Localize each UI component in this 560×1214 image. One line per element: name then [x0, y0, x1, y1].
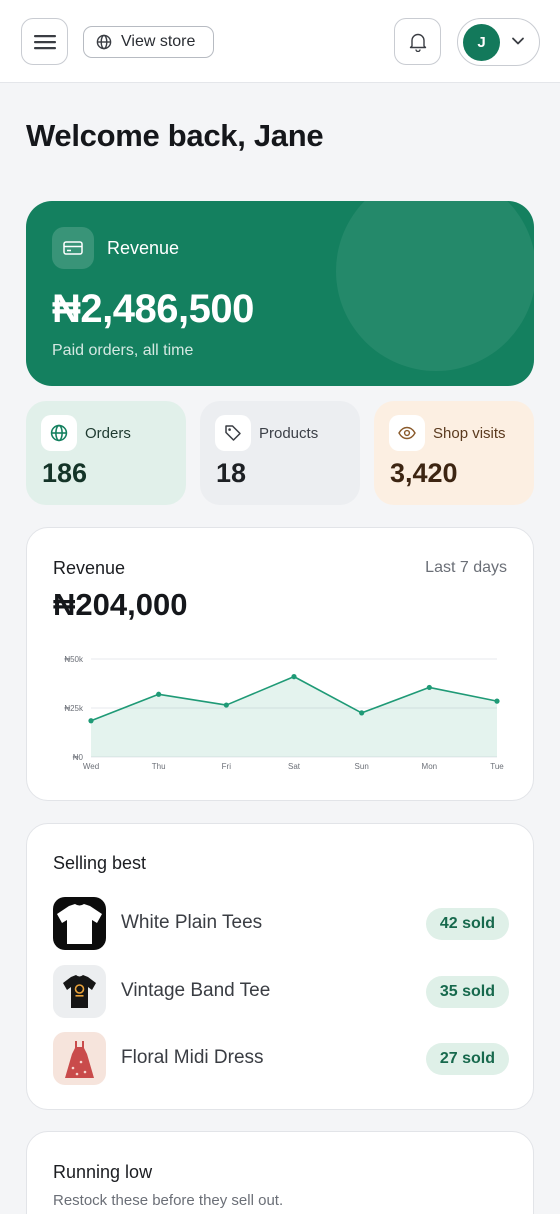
shop-visits-stat-card[interactable]: Shop visits 3,420 [374, 401, 534, 505]
y-tick-label: ₦25k [64, 704, 84, 713]
credit-card-icon [63, 241, 83, 255]
view-store-button[interactable]: View store [83, 26, 214, 58]
y-tick-label: ₦0 [73, 753, 84, 762]
revenue-chart-card: Revenue Last 7 days ₦204,000 ₦0 ₦25k ₦50k W… [26, 527, 534, 801]
data-point [359, 710, 365, 716]
notifications-button[interactable] [394, 18, 441, 65]
orders-label: Orders [85, 425, 131, 442]
products-stat-card[interactable]: Products 18 [200, 401, 360, 505]
card-icon-box [52, 227, 94, 269]
selling-best-title: Selling best [53, 853, 147, 873]
selling-best-card: Selling best White Plain Tees 42 sold Vi… [26, 823, 534, 1110]
data-point [156, 691, 162, 697]
revenue-label: Revenue [107, 238, 180, 258]
sold-badge: 42 sold [425, 908, 509, 940]
tag-icon [225, 425, 241, 441]
globe-icon [50, 424, 68, 442]
white-tee-image [53, 897, 106, 950]
y-tick-label: ₦50k [64, 655, 84, 664]
menu-button[interactable] [21, 18, 68, 65]
bell-icon [409, 33, 426, 52]
x-tick-label: Sat [288, 762, 301, 771]
eye-icon [398, 426, 416, 440]
floral-dress-image [53, 1032, 106, 1085]
x-tick-label: Mon [422, 762, 438, 771]
revenue-subtitle: Paid orders, all time [52, 342, 194, 359]
top-bar: View store J [0, 0, 560, 83]
data-point [426, 684, 432, 691]
shop-visits-value: 3,420 [390, 458, 458, 488]
data-point [223, 702, 229, 708]
revenue-amount: ₦2,486,500 [52, 287, 254, 331]
data-point [494, 698, 500, 704]
avatar: J [463, 24, 500, 61]
sold-badge: 27 sold [425, 1043, 509, 1075]
running-low-title: Running low [53, 1162, 153, 1182]
x-tick-label: Thu [152, 762, 166, 771]
list-item[interactable]: White Plain Tees 42 sold [53, 897, 509, 950]
product-name: Floral Midi Dress [121, 1047, 264, 1068]
product-thumbnail [53, 897, 106, 950]
orders-stat-card[interactable]: Orders 186 [26, 401, 186, 505]
orders-value: 186 [42, 458, 88, 488]
stat-icon-box [41, 415, 77, 451]
data-point [291, 674, 297, 680]
running-low-subtitle: Restock these before they sell out. [53, 1192, 284, 1209]
stat-icon-box [389, 415, 425, 451]
sold-badge: 35 sold [425, 976, 509, 1008]
view-store-label: View store [121, 33, 196, 50]
running-low-card: Running low Restock these before they se… [26, 1131, 534, 1214]
chevron-down-icon [512, 37, 524, 45]
shop-visits-label: Shop visits [433, 425, 506, 442]
stat-icon-box [215, 415, 251, 451]
globe-icon [96, 34, 112, 50]
band-tee-image [53, 965, 106, 1018]
product-thumbnail [53, 1032, 106, 1085]
list-item[interactable]: Floral Midi Dress 27 sold [53, 1032, 509, 1085]
x-tick-label: Sun [355, 762, 369, 771]
revenue-summary-card: Revenue ₦2,486,500 Paid orders, all time [26, 201, 534, 386]
x-tick-label: Fri [222, 762, 232, 771]
page-title: Welcome back, Jane [26, 118, 324, 153]
product-thumbnail [53, 965, 106, 1018]
account-menu-button[interactable]: J [457, 18, 540, 66]
decorative-circle [336, 201, 534, 371]
x-tick-label: Wed [83, 762, 99, 771]
list-item[interactable]: Vintage Band Tee 35 sold [53, 965, 509, 1018]
data-point [88, 718, 94, 724]
product-name: White Plain Tees [121, 912, 263, 933]
product-name: Vintage Band Tee [121, 980, 271, 1001]
products-value: 18 [216, 458, 247, 488]
x-tick-label: Tue [490, 762, 504, 771]
hamburger-icon [33, 34, 56, 49]
products-label: Products [259, 425, 319, 442]
revenue-chart: ₦0 ₦25k ₦50k Wed Thu Fri Sat Sun Mon Tue [64, 655, 504, 771]
